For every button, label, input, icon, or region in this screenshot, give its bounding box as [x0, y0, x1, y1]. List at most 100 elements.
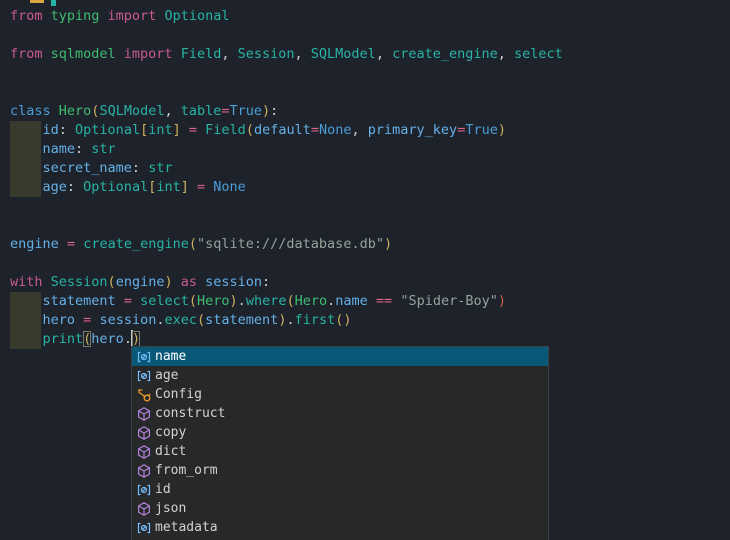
code-token: .: [286, 312, 294, 328]
code-token: str: [148, 160, 172, 176]
symbol-method-icon: [136, 463, 152, 479]
suggest-item-label: id: [155, 480, 171, 499]
code-token: :: [262, 274, 270, 290]
code-token: [10, 160, 43, 176]
code-token: create_engine: [83, 236, 189, 252]
code-token: create_engine: [392, 46, 498, 62]
code-token: ]: [181, 179, 189, 195]
code-token: Hero: [295, 293, 328, 309]
suggest-item-from_orm[interactable]: from_orm: [132, 461, 548, 480]
code-token: ,: [164, 103, 180, 119]
code-token: [116, 293, 124, 309]
code-line: engine = create_engine("sqlite:///databa…: [10, 235, 730, 254]
code-line: statement = select(Hero).where(Hero.name…: [10, 292, 730, 311]
code-token: where: [246, 293, 287, 309]
suggest-item-Config[interactable]: Config: [132, 385, 548, 404]
code-token: [10, 293, 43, 309]
suggest-item-dict[interactable]: dict: [132, 442, 548, 461]
code-token: Optional: [164, 8, 229, 24]
code-token: [: [140, 122, 148, 138]
suggest-item-metadata[interactable]: metadata: [132, 518, 548, 537]
code-token: [10, 179, 43, 195]
code-token: name: [43, 141, 76, 157]
code-token: class: [10, 103, 59, 119]
symbol-method-icon: [136, 406, 152, 422]
symbol-method-icon: [136, 425, 152, 441]
code-token: True: [230, 103, 263, 119]
code-token: table: [181, 103, 222, 119]
code-token: session: [205, 274, 262, 290]
suggest-item-age[interactable]: age: [132, 366, 548, 385]
code-token: session: [99, 312, 156, 328]
code-line: id: Optional[int] = Field(default=None, …: [10, 121, 730, 140]
suggest-item-copy[interactable]: copy: [132, 423, 548, 442]
symbol-field-icon: [136, 520, 152, 536]
code-token: select: [140, 293, 189, 309]
code-line: [10, 64, 730, 83]
code-token: age: [43, 179, 67, 195]
suggest-item-id[interactable]: id: [132, 480, 548, 499]
suggest-item-construct[interactable]: construct: [132, 404, 548, 423]
code-token: default: [254, 122, 311, 138]
code-token: secret_name: [43, 160, 132, 176]
code-token: ): [230, 293, 238, 309]
code-token: name: [335, 293, 368, 309]
code-token: Session: [51, 274, 108, 290]
code-token: (: [108, 274, 116, 290]
code-editor: from typing import Optional from sqlmode…: [0, 0, 730, 540]
code-token: Hero: [59, 103, 92, 119]
code-token: SQLModel: [99, 103, 164, 119]
code-token: [75, 312, 83, 328]
code-token: [173, 274, 181, 290]
code-token: [10, 312, 43, 328]
code-token: Session: [238, 46, 295, 62]
code-token: Optional: [83, 179, 148, 195]
code-token: statement: [43, 293, 116, 309]
symbol-field-icon: [136, 368, 152, 384]
code-token: int: [156, 179, 180, 195]
code-line: with Session(engine) as session:: [10, 273, 730, 292]
code-token: engine: [10, 236, 59, 252]
suggest-item-name[interactable]: name: [132, 347, 548, 366]
suggest-item-label: from_orm: [155, 461, 218, 480]
code-token: [10, 331, 43, 347]
code-token: :: [270, 103, 278, 119]
code-token: :: [75, 141, 91, 157]
code-token: typing: [51, 8, 108, 24]
symbol-field-icon: [136, 482, 152, 498]
code-token: str: [91, 141, 115, 157]
suggest-item-json[interactable]: json: [132, 499, 548, 518]
code-token: ==: [376, 293, 392, 309]
code-token: ): [498, 293, 506, 309]
code-line: hero = session.exec(statement).first(): [10, 311, 730, 330]
bracket-match: ): [132, 331, 140, 347]
suggest-item-label: copy: [155, 423, 186, 442]
code-line: [10, 197, 730, 216]
code-token: from: [10, 8, 51, 24]
code-token: "sqlite:///database.db": [197, 236, 384, 252]
code-token: (: [189, 236, 197, 252]
suggest-item-label: json: [155, 499, 186, 518]
suggest-item-label: metadata: [155, 518, 218, 537]
code-line: class Hero(SQLModel, table=True):: [10, 102, 730, 121]
code-token: ,: [221, 46, 237, 62]
code-token: id: [43, 122, 59, 138]
code-token: [368, 293, 376, 309]
code-token: ): [164, 274, 172, 290]
code-token: =: [311, 122, 319, 138]
code-token: print: [43, 331, 84, 347]
symbol-class-icon: [136, 387, 152, 403]
code-token: [132, 293, 140, 309]
code-token: int: [148, 122, 172, 138]
symbol-field-icon: [136, 349, 152, 365]
code-token: import: [124, 46, 181, 62]
suggest-item-label: construct: [155, 404, 225, 423]
code-token: [189, 179, 197, 195]
code-token: [10, 141, 43, 157]
code-token: first: [295, 312, 336, 328]
code-token: import: [108, 8, 165, 24]
code-token: engine: [116, 274, 165, 290]
autocomplete-popup: nameageConfigconstructcopydictfrom_ormid…: [131, 346, 549, 540]
code-token: statement: [205, 312, 278, 328]
code-line: name: str: [10, 140, 730, 159]
